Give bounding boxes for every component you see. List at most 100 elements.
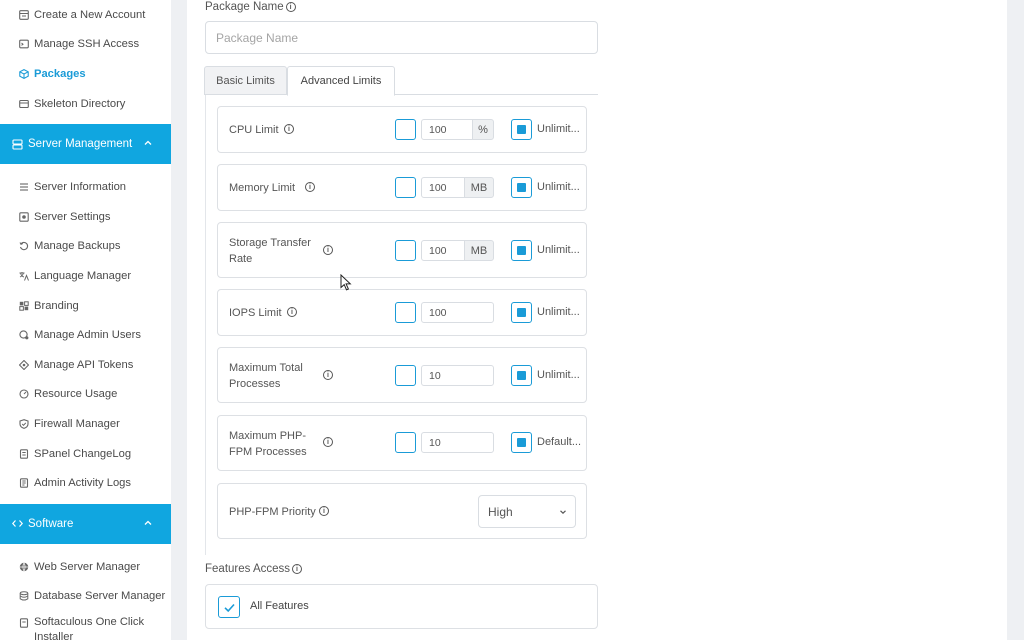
info-icon[interactable]: i bbox=[285, 2, 296, 12]
features-access-box: All Features bbox=[205, 584, 598, 629]
sidebar-item-web-server-manager[interactable]: Web Server Manager bbox=[0, 552, 171, 582]
chevron-down-icon bbox=[560, 510, 566, 515]
enable-checkbox[interactable] bbox=[395, 365, 416, 386]
sidebar-item-label: Packages bbox=[34, 67, 86, 80]
sidebar-item-label: Web Server Manager bbox=[34, 560, 141, 573]
sidebar-item-language-manager[interactable]: Language Manager bbox=[0, 261, 171, 291]
unlimited-checkbox[interactable] bbox=[511, 302, 532, 323]
sidebar-item-manage-backups[interactable]: Manage Backups bbox=[0, 232, 171, 262]
sidebar-item-label: Database Server Manager bbox=[34, 590, 166, 603]
sidebar-item-database-server-manager[interactable]: Database Server Manager bbox=[0, 582, 171, 612]
limit-name: PHP-FPM Priority bbox=[229, 506, 316, 518]
unlimited-label: Unlimit... bbox=[537, 306, 580, 318]
sidebar-item-create-account[interactable]: Create a New Account bbox=[0, 0, 171, 30]
enable-checkbox[interactable] bbox=[395, 240, 416, 261]
terminal-icon bbox=[19, 39, 29, 49]
sidebar-item-softaculous[interactable]: Softaculous One Click Installer bbox=[0, 611, 171, 640]
info-icon[interactable]: i bbox=[323, 245, 333, 255]
sidebar-item-server-information[interactable]: Server Information bbox=[0, 172, 171, 202]
info-icon[interactable]: i bbox=[292, 564, 303, 574]
list-icon bbox=[19, 182, 29, 192]
limits-tabs: Basic Limits Advanced Limits bbox=[204, 66, 598, 96]
enable-checkbox[interactable] bbox=[395, 119, 416, 140]
server-icon bbox=[12, 139, 23, 150]
sidebar-item-manage-api-tokens[interactable]: Manage API Tokens bbox=[0, 350, 171, 380]
limit-row-total-processes: Maximum Total Processes i 10 Unlimit... bbox=[217, 347, 587, 403]
settings-icon bbox=[19, 212, 29, 222]
section-label: Software bbox=[28, 517, 74, 530]
all-features-label: All Features bbox=[250, 600, 309, 612]
default-checkbox[interactable] bbox=[511, 432, 532, 453]
default-label: Default... bbox=[537, 436, 582, 448]
limit-row-iops: IOPS Limit i 100 Unlimit... bbox=[217, 289, 587, 336]
limit-row-phpfpm-priority: PHP-FPM Priority i High bbox=[217, 483, 587, 539]
chevron-up-icon bbox=[144, 140, 152, 146]
unlimited-checkbox[interactable] bbox=[511, 365, 532, 386]
package-name-input[interactable] bbox=[205, 21, 598, 54]
sidebar-item-spanel-changelog[interactable]: SPanel ChangeLog bbox=[0, 439, 171, 469]
sidebar-item-label: Resource Usage bbox=[34, 388, 118, 401]
info-icon[interactable]: i bbox=[287, 307, 297, 317]
memory-limit-input[interactable]: 100 bbox=[421, 177, 465, 198]
sidebar-item-admin-activity-logs[interactable]: Admin Activity Logs bbox=[0, 468, 171, 498]
sidebar-item-branding[interactable]: Branding bbox=[0, 291, 171, 321]
sidebar-item-label: Server Settings bbox=[34, 210, 111, 223]
unlimited-checkbox[interactable] bbox=[511, 240, 532, 261]
limit-name: Memory Limit bbox=[229, 182, 296, 194]
info-icon[interactable]: i bbox=[319, 506, 329, 516]
limit-name: Maximum Total Processes bbox=[229, 362, 303, 390]
mouse-cursor-icon bbox=[340, 274, 352, 291]
enable-checkbox[interactable] bbox=[395, 302, 416, 323]
sidebar-item-manage-admin-users[interactable]: Manage Admin Users bbox=[0, 320, 171, 350]
total-processes-input[interactable]: 10 bbox=[421, 365, 494, 386]
info-icon[interactable]: i bbox=[305, 182, 315, 192]
advanced-limits-section: CPU Limit i 100 % Unlimit... Memory Limi… bbox=[205, 95, 600, 555]
sidebar-item-ssh-access[interactable]: Manage SSH Access bbox=[0, 30, 171, 60]
section-software[interactable]: Software bbox=[0, 503, 171, 544]
sidebar-item-server-settings[interactable]: Server Settings bbox=[0, 202, 171, 232]
sidebar-item-resource-usage[interactable]: Resource Usage bbox=[0, 380, 171, 410]
code-icon bbox=[12, 518, 23, 529]
sidebar-item-label: Softaculous One Click Installer bbox=[34, 616, 145, 640]
enable-checkbox[interactable] bbox=[395, 177, 416, 198]
sidebar-item-label: SPanel ChangeLog bbox=[34, 447, 132, 460]
sidebar-item-label: Branding bbox=[34, 299, 79, 312]
package-name-label: Package Name i bbox=[205, 1, 296, 13]
user-shield-icon bbox=[19, 330, 29, 340]
sidebar-item-packages[interactable]: Packages bbox=[0, 59, 171, 89]
api-icon bbox=[19, 359, 29, 370]
translate-icon bbox=[19, 271, 29, 281]
features-access-label: Features Access i bbox=[205, 563, 303, 575]
sidebar-item-label: Manage API Tokens bbox=[34, 358, 134, 371]
storage-transfer-input[interactable]: 100 bbox=[421, 240, 465, 261]
globe-icon bbox=[19, 562, 29, 572]
iops-limit-input[interactable]: 100 bbox=[421, 302, 494, 323]
enable-checkbox[interactable] bbox=[395, 432, 416, 453]
sidebar-item-skeleton-directory[interactable]: Skeleton Directory bbox=[0, 89, 171, 119]
phpfpm-processes-input[interactable]: 10 bbox=[421, 432, 494, 453]
sidebar-item-label: Create a New Account bbox=[34, 8, 146, 21]
limit-name: Maximum PHP-FPM Processes bbox=[229, 430, 307, 458]
sidebar-item-label: Manage Admin Users bbox=[34, 329, 141, 342]
priority-select[interactable]: High bbox=[478, 495, 576, 528]
tab-basic-limits[interactable]: Basic Limits bbox=[204, 66, 287, 95]
sidebar-item-label: Admin Activity Logs bbox=[34, 477, 131, 490]
limit-row-storage-transfer: Storage Transfer Rate i 100 MB Unlimit..… bbox=[217, 222, 587, 278]
unlimited-label: Unlimit... bbox=[537, 244, 580, 256]
unlimited-checkbox[interactable] bbox=[511, 119, 532, 140]
create-account-icon bbox=[19, 9, 29, 20]
info-icon[interactable]: i bbox=[284, 124, 294, 134]
tab-advanced-limits[interactable]: Advanced Limits bbox=[287, 66, 395, 96]
sidebar-item-firewall-manager[interactable]: Firewall Manager bbox=[0, 409, 171, 439]
unit-addon: MB bbox=[464, 177, 494, 198]
unlimited-label: Unlimit... bbox=[537, 181, 580, 193]
unlimited-checkbox[interactable] bbox=[511, 177, 532, 198]
limit-name: IOPS Limit bbox=[229, 307, 282, 319]
info-icon[interactable]: i bbox=[323, 437, 333, 447]
sidebar-item-label: Server Information bbox=[34, 181, 127, 194]
info-icon[interactable]: i bbox=[323, 370, 333, 380]
cpu-limit-input[interactable]: 100 bbox=[421, 119, 473, 140]
all-features-checkbox[interactable] bbox=[218, 596, 240, 618]
section-server-management[interactable]: Server Management bbox=[0, 124, 171, 165]
sidebar: Create a New Account Manage SSH Access P… bbox=[0, 0, 171, 640]
